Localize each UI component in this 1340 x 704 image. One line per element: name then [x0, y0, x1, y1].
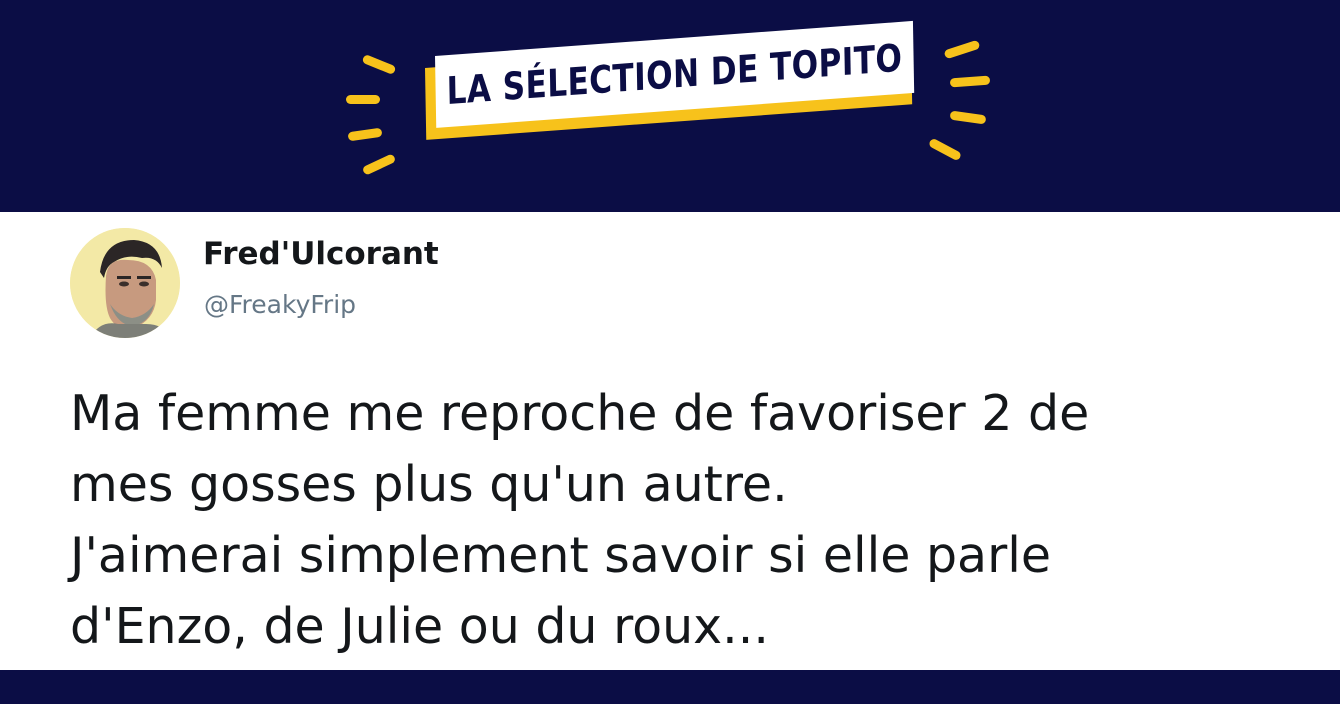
tweet-text: Ma femme me reproche de favoriser 2 de m… [70, 378, 1290, 662]
topito-tweet-card-page: LA SÉLECTION DE TOPITO Fred'Ulcorant @Fr… [0, 0, 1340, 704]
decorative-ray-icon [361, 53, 397, 76]
decorative-ray-icon [949, 110, 987, 125]
decorative-ray-icon [927, 137, 963, 162]
avatar-icon[interactable] [70, 228, 180, 338]
tweet-line: d'Enzo, de Julie ou du roux... [70, 598, 769, 655]
decorative-ray-icon [346, 95, 380, 104]
author-handle[interactable]: @FreakyFrip [204, 290, 356, 319]
decorative-ray-icon [361, 153, 397, 176]
avatar-face-icon [70, 228, 180, 338]
author-name[interactable]: Fred'Ulcorant [203, 236, 439, 272]
footer-band [0, 670, 1340, 704]
tweet-line: Ma femme me reproche de favoriser 2 de [70, 385, 1090, 442]
decorative-ray-icon [949, 75, 991, 88]
decorative-ray-icon [347, 127, 383, 142]
tweet-line: mes gosses plus qu'un autre. [70, 456, 788, 513]
tweet-line: J'aimerai simplement savoir si elle parl… [70, 527, 1051, 584]
header-band: LA SÉLECTION DE TOPITO [0, 0, 1340, 212]
topito-banner: LA SÉLECTION DE TOPITO [425, 20, 915, 146]
decorative-ray-icon [943, 39, 981, 60]
tweet-card: Fred'Ulcorant @FreakyFrip Ma femme me re… [0, 212, 1340, 670]
